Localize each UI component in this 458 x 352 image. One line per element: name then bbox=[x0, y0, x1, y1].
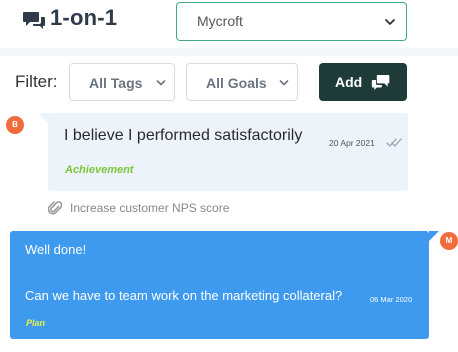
tags-dropdown[interactable]: All Tags bbox=[69, 63, 175, 101]
message-tag[interactable]: Achievement bbox=[65, 164, 133, 176]
user-select-value: Mycroft bbox=[197, 13, 243, 29]
message-date: 06 Mar 2020 bbox=[370, 295, 413, 304]
goals-dropdown[interactable]: All Goals bbox=[186, 63, 298, 101]
header-divider bbox=[0, 48, 458, 56]
paperclip-icon bbox=[48, 201, 62, 215]
tags-dropdown-value: All Tags bbox=[89, 75, 143, 91]
bubble-tail bbox=[38, 113, 48, 123]
add-button[interactable]: Add bbox=[319, 63, 407, 101]
avatar: B bbox=[6, 116, 24, 134]
chat-bubbles-icon bbox=[23, 12, 45, 29]
linked-goal-label: Increase customer NPS score bbox=[70, 201, 230, 215]
message-bubble: I believe I performed satisfactorily 20 … bbox=[38, 113, 408, 191]
chevron-down-icon bbox=[385, 19, 395, 25]
user-select[interactable]: Mycroft bbox=[176, 2, 407, 41]
header: 1-on-1 Mycroft bbox=[0, 0, 458, 52]
message-text: Can we have to team work on the marketin… bbox=[25, 288, 343, 303]
add-button-label: Add bbox=[335, 74, 363, 90]
message-text: I believe I performed satisfactorily bbox=[64, 127, 303, 144]
message-date: 20 Apr 2021 bbox=[329, 138, 375, 148]
page-title: 1-on-1 bbox=[50, 5, 118, 30]
avatar: M bbox=[440, 232, 458, 250]
goals-dropdown-value: All Goals bbox=[206, 75, 267, 91]
filter-label: Filter: bbox=[15, 72, 58, 91]
double-check-icon bbox=[386, 138, 402, 147]
chat-bubbles-icon bbox=[371, 75, 390, 90]
chevron-down-icon bbox=[156, 80, 166, 86]
message-bubble: Well done! Can we have to team work on t… bbox=[10, 231, 439, 339]
message-tag[interactable]: Plan bbox=[26, 318, 45, 328]
bubble-tail bbox=[429, 231, 439, 241]
message-text: Well done! bbox=[25, 242, 87, 257]
chevron-down-icon bbox=[279, 80, 289, 86]
